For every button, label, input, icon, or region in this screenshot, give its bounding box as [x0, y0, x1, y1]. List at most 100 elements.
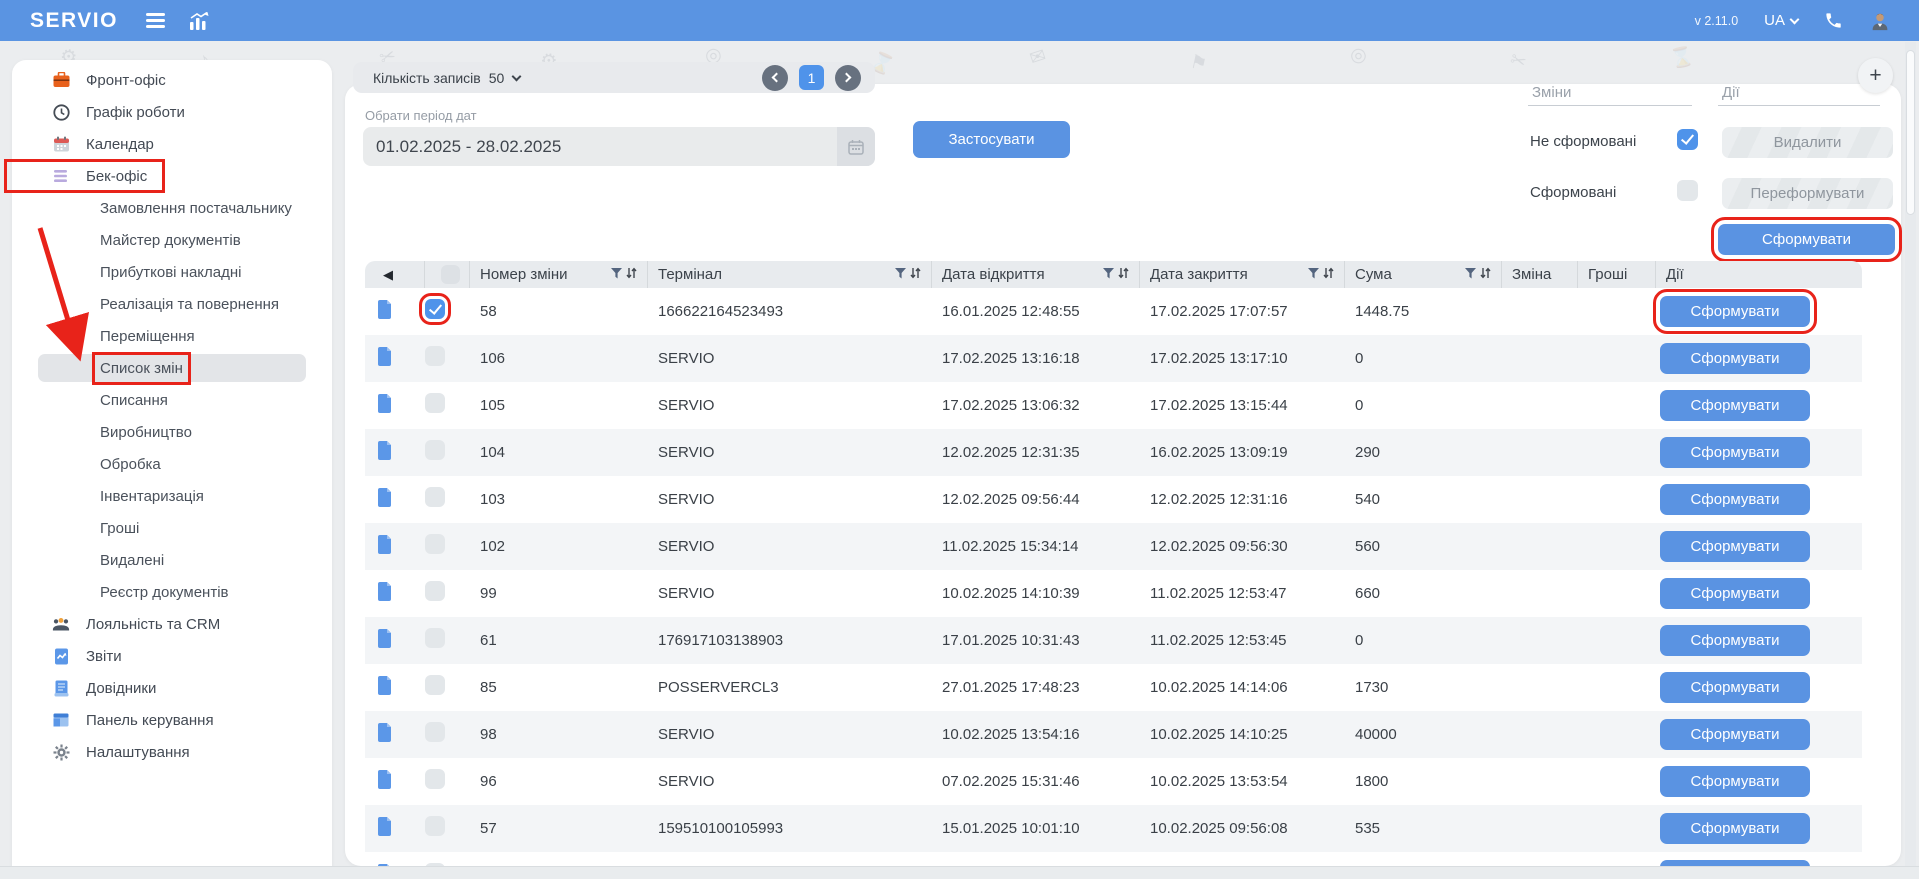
- row-select-checkbox[interactable]: [425, 440, 445, 460]
- row-form-button[interactable]: Сформувати: [1660, 625, 1810, 656]
- row-form-button[interactable]: Сформувати: [1660, 672, 1810, 703]
- sidebar-item[interactable]: Замовлення постачальнику: [12, 192, 332, 224]
- gear-icon: [52, 743, 70, 761]
- row-select-checkbox[interactable]: [425, 487, 445, 507]
- row-select-checkbox[interactable]: [425, 534, 445, 554]
- document-icon[interactable]: [377, 488, 392, 512]
- filter-funnel-icon[interactable]: [1308, 266, 1319, 283]
- column-header-Термінал[interactable]: Термінал: [648, 261, 932, 288]
- document-icon[interactable]: [377, 676, 392, 700]
- page-number-button[interactable]: 1: [799, 65, 824, 90]
- sort-icon[interactable]: [910, 266, 921, 283]
- sidebar-item[interactable]: Майстер документів: [12, 224, 332, 256]
- row-select-checkbox[interactable]: [425, 628, 445, 648]
- filter-funnel-icon[interactable]: [1465, 266, 1476, 283]
- unformed-checkbox[interactable]: [1677, 129, 1698, 150]
- document-icon[interactable]: [377, 629, 392, 653]
- column-header-Номер зміни[interactable]: Номер зміни: [470, 261, 648, 288]
- document-icon[interactable]: [377, 300, 392, 324]
- phone-icon[interactable]: [1824, 11, 1843, 30]
- row-form-button[interactable]: Сформувати: [1660, 813, 1810, 844]
- sidebar-item[interactable]: Графік роботи: [12, 96, 332, 128]
- stats-chart-icon[interactable]: [189, 12, 209, 30]
- sidebar-item[interactable]: Звіти: [12, 640, 332, 672]
- row-form-button[interactable]: Сформувати: [1660, 390, 1810, 421]
- document-icon[interactable]: [377, 347, 392, 371]
- sort-icon[interactable]: [1118, 266, 1129, 283]
- scroll-left-icon[interactable]: ◀: [383, 267, 393, 283]
- calendar-picker-button[interactable]: [837, 127, 875, 166]
- document-icon[interactable]: [377, 723, 392, 747]
- document-icon[interactable]: [377, 394, 392, 418]
- sort-icon[interactable]: [1480, 266, 1491, 283]
- row-select-checkbox[interactable]: [425, 722, 445, 742]
- sidebar-item[interactable]: Список змін: [12, 352, 332, 384]
- sidebar-item[interactable]: Календар: [12, 128, 332, 160]
- sidebar-item[interactable]: Гроші: [12, 512, 332, 544]
- row-select-checkbox[interactable]: [425, 675, 445, 695]
- document-icon[interactable]: [377, 535, 392, 559]
- date-period-input[interactable]: 01.02.2025 - 28.02.2025: [363, 127, 875, 166]
- row-form-button[interactable]: Сформувати: [1660, 484, 1810, 515]
- hamburger-menu-icon[interactable]: [146, 10, 165, 31]
- sidebar-item[interactable]: Прибуткові накладні: [12, 256, 332, 288]
- table-row: 5715951010010599315.01.2025 10:01:1010.0…: [365, 805, 1862, 852]
- user-avatar[interactable]: [1869, 10, 1891, 32]
- sidebar-item[interactable]: Панель керування: [12, 704, 332, 736]
- sidebar-item[interactable]: Інвентаризація: [12, 480, 332, 512]
- form-all-button[interactable]: Сформувати: [1718, 224, 1895, 255]
- briefcase-icon: [52, 71, 70, 89]
- row-form-button[interactable]: Сформувати: [1660, 719, 1810, 750]
- column-header-Дата відкриття[interactable]: Дата відкриття: [932, 261, 1140, 288]
- row-form-button[interactable]: Сформувати: [1660, 296, 1810, 327]
- chevron-down-icon[interactable]: [512, 71, 522, 81]
- row-select-checkbox[interactable]: [425, 581, 445, 601]
- sidebar-item[interactable]: Реалізація та повернення: [12, 288, 332, 320]
- row-form-button[interactable]: Сформувати: [1660, 437, 1810, 468]
- document-icon[interactable]: [377, 582, 392, 606]
- apply-button[interactable]: Застосувати: [913, 121, 1070, 158]
- column-header-Сума[interactable]: Сума: [1345, 261, 1502, 288]
- sidebar-item[interactable]: Списання: [12, 384, 332, 416]
- sidebar-item[interactable]: Фронт-офіс: [12, 64, 332, 96]
- filter-funnel-icon[interactable]: [611, 266, 622, 283]
- row-select-checkbox[interactable]: [425, 769, 445, 789]
- row-select-checkbox[interactable]: [425, 299, 445, 319]
- row-select-checkbox[interactable]: [425, 816, 445, 836]
- sidebar-item[interactable]: Переміщення: [12, 320, 332, 352]
- prev-page-button[interactable]: [762, 65, 788, 91]
- sidebar-item[interactable]: Обробка: [12, 448, 332, 480]
- column-header-Дата закриття[interactable]: Дата закриття: [1140, 261, 1345, 288]
- row-form-button[interactable]: Сформувати: [1660, 531, 1810, 562]
- row-form-button[interactable]: Сформувати: [1660, 578, 1810, 609]
- filter-funnel-icon[interactable]: [1103, 266, 1114, 283]
- sort-icon[interactable]: [626, 266, 637, 283]
- filter-funnel-icon[interactable]: [895, 266, 906, 283]
- reform-button[interactable]: Переформувати: [1722, 178, 1893, 209]
- sidebar-item[interactable]: Довідники: [12, 672, 332, 704]
- row-select-checkbox[interactable]: [425, 393, 445, 413]
- delete-button[interactable]: Видалити: [1722, 127, 1893, 158]
- horizontal-scrollbar-track[interactable]: [0, 866, 1919, 879]
- row-select-checkbox[interactable]: [425, 346, 445, 366]
- language-selector[interactable]: UA: [1764, 12, 1798, 29]
- sidebar-item[interactable]: Налаштування: [12, 736, 332, 768]
- vertical-scrollbar-thumb[interactable]: [1906, 50, 1915, 215]
- cell-sum: 290: [1345, 444, 1502, 461]
- document-icon[interactable]: [377, 441, 392, 465]
- formed-checkbox[interactable]: [1677, 180, 1698, 201]
- row-form-button[interactable]: Сформувати: [1660, 343, 1810, 374]
- row-form-button[interactable]: Сформувати: [1660, 766, 1810, 797]
- add-button[interactable]: +: [1858, 58, 1893, 93]
- sidebar-item[interactable]: Реєстр документів: [12, 576, 332, 608]
- document-icon[interactable]: [377, 817, 392, 841]
- next-page-button[interactable]: [835, 65, 861, 91]
- sidebar-item[interactable]: Видалені: [12, 544, 332, 576]
- sidebar-item[interactable]: Виробництво: [12, 416, 332, 448]
- document-icon[interactable]: [377, 770, 392, 794]
- cell-open-date: 12.02.2025 12:31:35: [932, 444, 1140, 461]
- sort-icon[interactable]: [1323, 266, 1334, 283]
- sidebar-item[interactable]: Лояльність та CRM: [12, 608, 332, 640]
- sidebar-item[interactable]: Бек-офіс: [12, 160, 332, 192]
- select-all-checkbox[interactable]: [441, 265, 460, 284]
